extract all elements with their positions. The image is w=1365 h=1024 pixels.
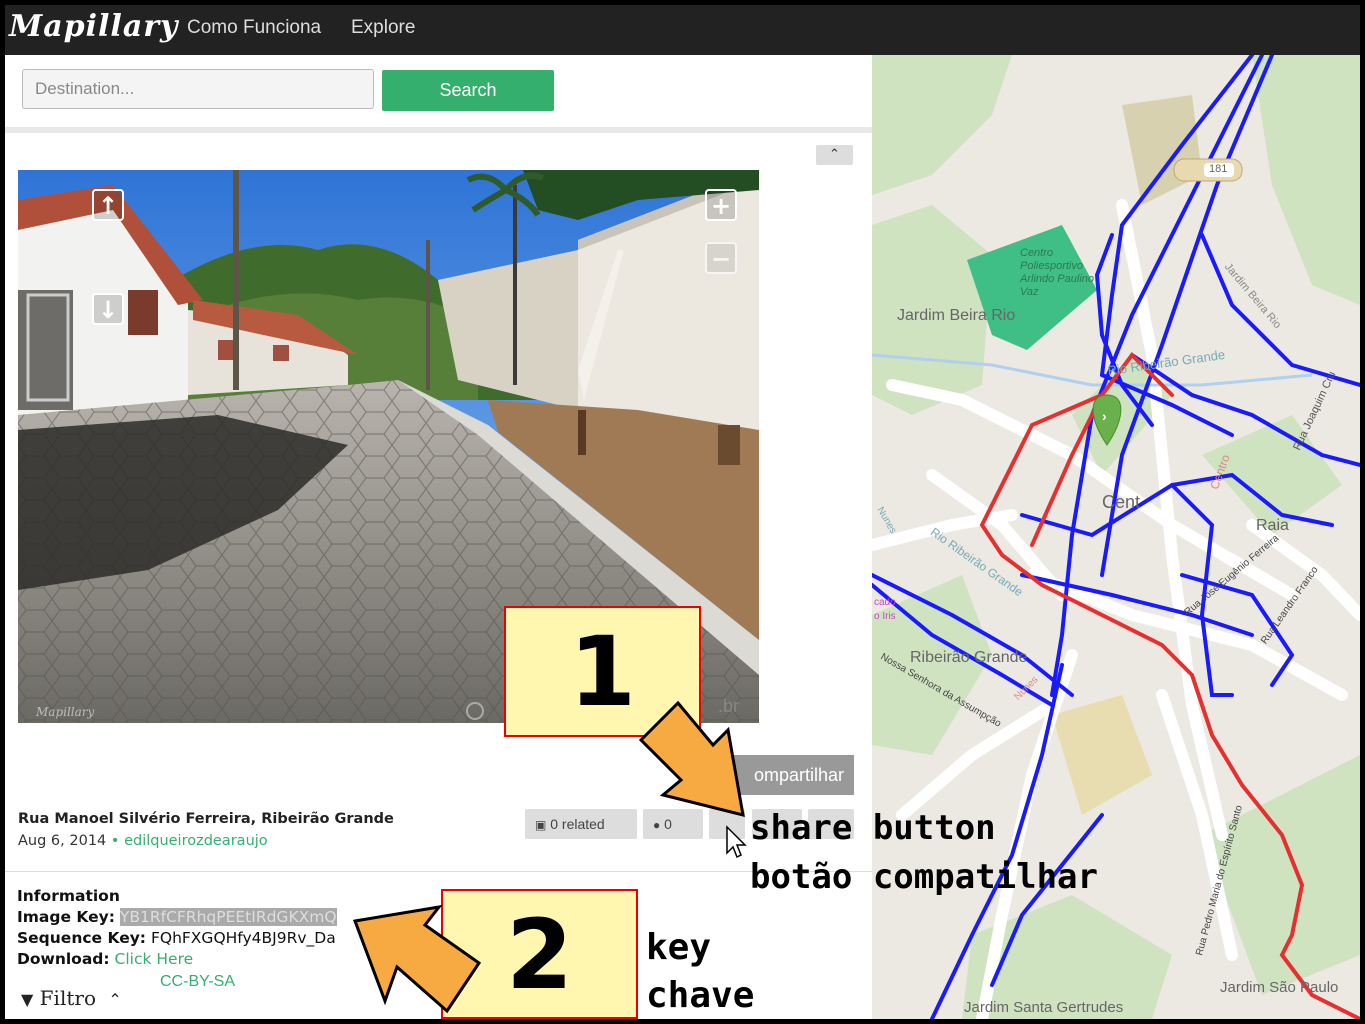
top-navbar: Mapillary Como Funciona Explore — [5, 5, 1360, 55]
user-link[interactable]: edilqueirozdearaujo — [124, 833, 268, 849]
map-label-jardim-sao-paulo: Jardim São Paulo — [1220, 979, 1339, 996]
map-label-o-iris: o Iris — [874, 611, 896, 622]
search-bar: Search — [5, 55, 872, 133]
search-button[interactable]: Search — [382, 70, 554, 111]
nav-explore[interactable]: Explore — [351, 17, 415, 39]
zoom-out-button[interactable]: − — [705, 242, 737, 274]
chevron-up-icon: ⌃ — [108, 990, 122, 1009]
license-link[interactable]: CC-BY-SA — [160, 973, 235, 991]
image-date-line: Aug 6, 2014 • edilqueirozdearaujo — [18, 833, 268, 849]
cc-license-icon — [466, 702, 484, 720]
annotation-arrow-1 — [638, 700, 745, 818]
svg-text:›: › — [1102, 408, 1107, 424]
image-key-label: Image Key: — [17, 908, 115, 926]
collapse-viewer-button[interactable]: ⌃ — [816, 145, 853, 165]
nav-como-funciona[interactable]: Como Funciona — [187, 17, 321, 39]
map-label-ribeirao-grande: Ribeirão Grande — [910, 649, 1028, 666]
annotation-key-en: key — [646, 927, 712, 968]
destination-input[interactable] — [22, 69, 374, 109]
image-icon: ▣ — [535, 818, 547, 832]
road-shield-181: 181 — [1209, 163, 1228, 175]
step-forward-button[interactable]: ↑ — [92, 189, 124, 221]
download-link[interactable]: Click Here — [115, 950, 194, 968]
annotation-share-pt: botão compatilhar — [750, 857, 1098, 897]
related-label: 0 related — [550, 816, 605, 832]
map-label-raia: Raia — [1256, 517, 1289, 534]
filter-icon: ▼ — [21, 990, 34, 1009]
app-window: Mapillary Como Funciona Explore Search ⌃ — [5, 5, 1360, 1019]
filter-label: Filtro — [39, 986, 96, 1010]
step-backward-button[interactable]: ↓ — [92, 293, 124, 325]
map-label-centro-poliesportivo: Centro Poliesportivo Arlindo Paulino Vaz — [1020, 247, 1094, 298]
map-label-jardim-santa-gertrudes: Jardim Santa Gertrudes — [964, 999, 1124, 1016]
download-label: Download: — [17, 950, 110, 968]
sequence-key-value[interactable]: FQhFXGQHfy4BJ9Rv_Da — [151, 929, 336, 947]
mapillary-watermark: Mapillary — [36, 705, 95, 719]
map-label-cado: cado — [874, 597, 896, 608]
related-button[interactable]: ▣ 0 related — [525, 809, 637, 839]
mouse-cursor-icon — [726, 825, 747, 859]
left-panel: Search ⌃ — [5, 55, 872, 1019]
image-date: Aug 6, 2014 — [18, 833, 107, 849]
map-label-jardim-beira-rio: Jardim Beira Rio — [897, 307, 1016, 324]
divider — [5, 871, 872, 872]
annotation-key-pt: chave — [646, 975, 755, 1016]
filter-toggle[interactable]: ▼ Filtro ⌃ — [21, 986, 122, 1010]
annotation-share-en: share button — [750, 808, 996, 848]
annotation-arrow-2 — [352, 904, 482, 1014]
image-key-value[interactable]: YB1RfCFRhqPEEtIRdGKXmQ — [119, 908, 337, 926]
info-heading: Information — [17, 887, 120, 905]
image-address: Rua Manoel Silvério Ferreira, Ribeirão G… — [18, 811, 394, 827]
zoom-in-button[interactable]: + — [705, 189, 737, 221]
map-label-centro-short: Cent — [1102, 492, 1141, 512]
mapillary-logo[interactable]: Mapillary — [9, 9, 179, 44]
information-section: Information Image Key: YB1RfCFRhqPEEtIRd… — [17, 886, 337, 970]
sequence-key-label: Sequence Key: — [17, 929, 147, 947]
separator-dot: • — [110, 833, 120, 849]
